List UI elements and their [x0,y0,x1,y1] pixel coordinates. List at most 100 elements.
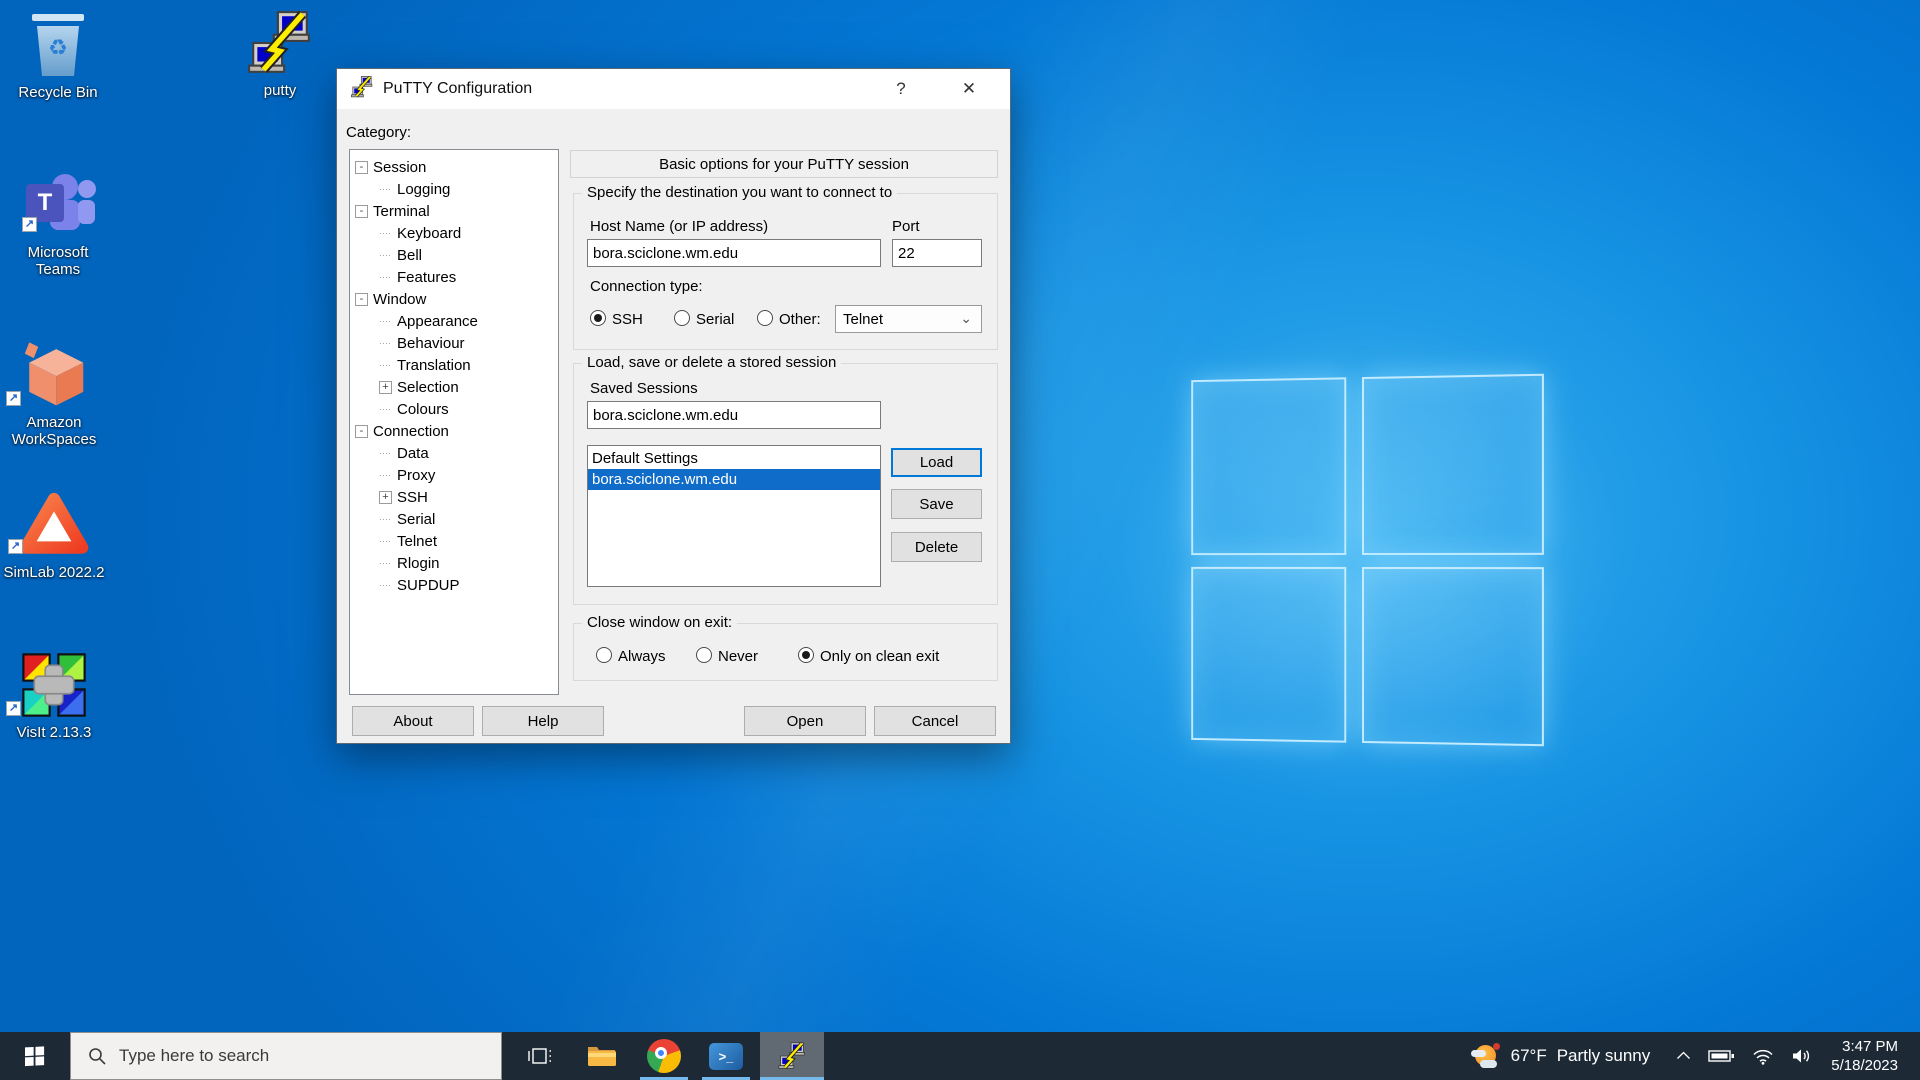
icon-label: Amazon WorkSpaces [2,414,106,448]
tree-item-data[interactable]: Data [350,442,558,464]
tree-connector [379,183,392,196]
serial-radio[interactable] [674,310,690,326]
never-radio-label[interactable]: Never [718,648,758,665]
collapse-icon[interactable]: - [355,205,368,218]
putty-window-icon [350,75,374,103]
serial-radio-label[interactable]: Serial [696,311,734,328]
tree-item-proxy[interactable]: Proxy [350,464,558,486]
taskbar: >_ 67°F Partly sunny [0,1032,1920,1080]
tree-item-features[interactable]: Features [350,266,558,288]
only-on-clean-exit-radio[interactable] [798,647,814,663]
list-item-bora-selected[interactable]: bora.sciclone.wm.edu [588,469,880,490]
collapse-icon[interactable]: - [355,293,368,306]
about-button[interactable]: About [352,706,474,736]
saved-session-input[interactable] [587,401,881,429]
task-view-icon [527,1044,553,1068]
weather-temperature: 67°F [1511,1046,1547,1066]
desktop-icon-putty[interactable]: putty [228,4,332,99]
close-button[interactable]: ✕ [946,69,992,109]
window-titlebar[interactable]: PuTTY Configuration ? ✕ [337,69,1010,109]
windows-wallpaper-logo [1191,374,1544,749]
category-tree[interactable]: -Session Logging -Terminal Keyboard Bell… [349,149,559,695]
tree-connector [379,271,392,284]
chevron-up-icon[interactable] [1676,1051,1691,1061]
search-icon [87,1046,107,1066]
wifi-icon[interactable] [1752,1048,1774,1065]
desktop-icon-recycle-bin[interactable]: ♻ Recycle Bin [6,6,110,101]
tree-item-window[interactable]: -Window [350,288,558,310]
desktop-icon-simlab[interactable]: ↗ SimLab 2022.2 [2,486,106,581]
never-radio[interactable] [696,647,712,663]
tree-item-translation[interactable]: Translation [350,354,558,376]
tree-item-rlogin[interactable]: Rlogin [350,552,558,574]
collapse-icon[interactable]: - [355,161,368,174]
tree-connector [379,359,392,372]
taskbar-app-file-explorer[interactable] [578,1032,626,1080]
always-radio-label[interactable]: Always [618,648,666,665]
open-button[interactable]: Open [744,706,866,736]
tree-item-colours[interactable]: Colours [350,398,558,420]
shortcut-arrow-icon: ↗ [6,701,21,716]
port-label: Port [892,218,920,235]
expand-icon[interactable]: + [379,381,392,394]
tree-item-serial[interactable]: Serial [350,508,558,530]
tree-item-ssh[interactable]: +SSH [350,486,558,508]
other-radio[interactable] [757,310,773,326]
taskbar-clock[interactable]: 3:47 PM 5/18/2023 [1831,1037,1898,1075]
saved-sessions-list[interactable]: Default Settings bora.sciclone.wm.edu [587,445,881,587]
load-button[interactable]: Load [891,448,982,477]
destination-group: Specify the destination you want to conn… [573,193,998,350]
file-explorer-icon [587,1043,617,1069]
tree-item-connection[interactable]: -Connection [350,420,558,442]
icon-label: Recycle Bin [6,84,110,101]
tree-item-selection[interactable]: +Selection [350,376,558,398]
ssh-radio-label[interactable]: SSH [612,311,643,328]
tree-item-bell[interactable]: Bell [350,244,558,266]
expand-icon[interactable]: + [379,491,392,504]
other-radio-label[interactable]: Other: [779,311,821,328]
host-name-input[interactable] [587,239,881,267]
tree-connector [379,337,392,350]
tree-item-terminal[interactable]: -Terminal [350,200,558,222]
always-radio[interactable] [596,647,612,663]
other-protocol-dropdown[interactable]: Telnet ⌄ [835,305,982,333]
tree-connector [379,403,392,416]
saved-sessions-label: Saved Sessions [590,380,698,397]
search-input[interactable] [119,1046,449,1066]
tree-item-appearance[interactable]: Appearance [350,310,558,332]
help-button[interactable]: ? [878,69,924,109]
ssh-radio[interactable] [590,310,606,326]
collapse-icon[interactable]: - [355,425,368,438]
taskbar-weather[interactable]: 67°F Partly sunny [1471,1043,1651,1069]
group-title: Specify the destination you want to conn… [582,184,897,201]
desktop-icon-visit[interactable]: ↗ VisIt 2.13.3 [2,646,106,741]
tree-item-keyboard[interactable]: Keyboard [350,222,558,244]
tree-item-telnet[interactable]: Telnet [350,530,558,552]
battery-icon[interactable] [1708,1049,1735,1063]
port-input[interactable] [892,239,982,267]
tree-item-supdup[interactable]: SUPDUP [350,574,558,596]
taskbar-app-putty[interactable] [760,1032,824,1080]
start-button[interactable] [0,1032,70,1080]
taskbar-search[interactable] [70,1032,502,1080]
taskbar-app-task-view[interactable] [516,1032,564,1080]
list-item-default-settings[interactable]: Default Settings [588,448,880,469]
only-on-clean-exit-radio-label[interactable]: Only on clean exit [820,648,939,665]
system-tray [1676,1048,1813,1065]
clock-time: 3:47 PM [1831,1037,1898,1056]
desktop-icon-microsoft-teams[interactable]: T ↗ Microsoft Teams [6,166,110,278]
shortcut-arrow-icon: ↗ [22,217,37,232]
delete-button[interactable]: Delete [891,532,982,562]
volume-icon[interactable] [1791,1048,1813,1064]
powershell-icon: >_ [709,1043,743,1070]
save-button[interactable]: Save [891,489,982,519]
help-footer-button[interactable]: Help [482,706,604,736]
taskbar-app-powershell[interactable]: >_ [702,1032,750,1080]
tree-item-logging[interactable]: Logging [350,178,558,200]
cancel-button[interactable]: Cancel [874,706,996,736]
taskbar-app-chrome[interactable] [640,1032,688,1080]
tree-item-session[interactable]: -Session [350,156,558,178]
visit-icon: ↗ [2,646,106,720]
desktop-icon-amazon-workspaces[interactable]: ↗ Amazon WorkSpaces [2,336,106,448]
tree-item-behaviour[interactable]: Behaviour [350,332,558,354]
